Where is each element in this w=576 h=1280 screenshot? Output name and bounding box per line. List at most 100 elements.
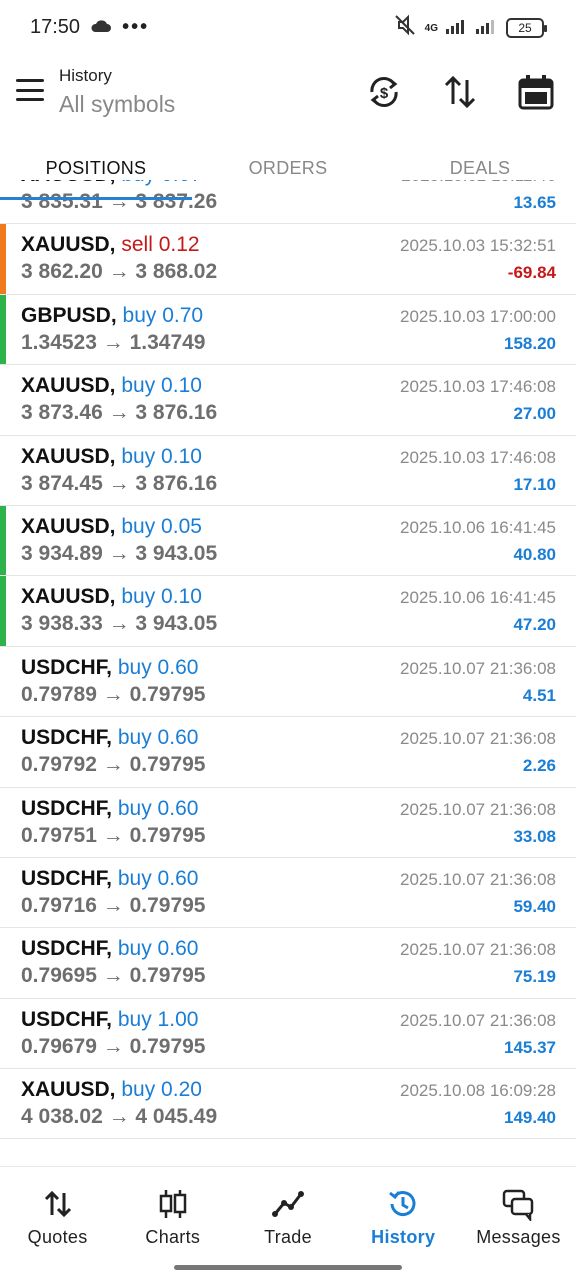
position-profit: 158.20 [504, 333, 556, 353]
position-row[interactable]: XAUUSD, buy 0.10 3 873.46 → 3 876.16 2025.… [0, 365, 576, 436]
nav-trade-label: Trade [264, 1227, 312, 1247]
position-time: 2025.10.07 21:36:08 [400, 940, 556, 960]
symbol-name: XAUUSD, [21, 585, 116, 609]
position-row[interactable]: USDCHF, buy 0.60 0.79695 → 0.79795 2025.10… [0, 928, 576, 999]
nav-quotes-label: Quotes [27, 1227, 88, 1247]
position-profit: 59.40 [513, 896, 556, 916]
position-symbol: XAUUSD, sell 0.12 [21, 233, 200, 257]
position-symbol: USDCHF, buy 0.60 [21, 726, 198, 750]
position-row[interactable]: XAUUSD, buy 0.05 3 934.89 → 3 943.05 2025.… [0, 505, 576, 577]
nav-history[interactable]: History [346, 1167, 461, 1280]
symbol-filter[interactable]: All symbols [59, 91, 175, 118]
position-row[interactable]: USDCHF, buy 0.60 0.79789 → 0.79795 2025.10… [0, 646, 576, 718]
position-profit: 145.37 [504, 1037, 556, 1057]
position-profit: 75.19 [513, 967, 556, 987]
position-marker [0, 365, 6, 434]
battery-icon: 25 [506, 18, 547, 38]
position-row[interactable]: XAUUSD, sell 0.12 3 862.20 → 3 868.02 2025… [0, 224, 576, 295]
position-time: 2025.10.07 21:36:08 [400, 729, 556, 749]
position-side-volume: buy 0.60 [117, 937, 199, 961]
nav-charts[interactable]: Charts [115, 1167, 230, 1280]
position-time: 2025.10.07 21:36:08 [400, 658, 556, 678]
symbol-name: USDCHF, [21, 866, 113, 890]
position-symbol: XAUUSD, buy 0.07 [21, 180, 202, 187]
nav-trade[interactable]: Trade [230, 1167, 345, 1280]
currency-exchange-icon[interactable]: $ [364, 72, 404, 112]
app-header: History All symbols $ [0, 54, 576, 134]
position-side-volume: sell 0.12 [121, 233, 200, 257]
position-side-volume: buy 0.10 [121, 374, 202, 398]
position-prices: 0.79716 → 0.79795 [21, 893, 206, 917]
position-side-volume: buy 0.60 [117, 655, 199, 679]
symbol-name: XAUUSD, [21, 444, 116, 468]
position-row[interactable]: GBPUSD, buy 0.70 1.34523 → 1.34749 2025.10… [0, 294, 576, 366]
position-row[interactable]: XAUUSD, buy 0.10 3 874.45 → 3 876.16 2025.… [0, 435, 576, 506]
position-time: 2025.10.06 16:41:45 [400, 517, 556, 537]
position-time: 2025.10.07 21:36:08 [400, 869, 556, 889]
positions-list[interactable]: XAUUSD, buy 0.07 3 835.31 → 3 837.26 2025.… [0, 180, 576, 1165]
position-marker [0, 224, 6, 294]
position-prices: 0.79695 → 0.79795 [21, 964, 206, 988]
position-side-volume: buy 0.10 [121, 585, 202, 609]
position-row[interactable]: USDCHF, buy 0.60 0.79716 → 0.79795 2025.10… [0, 857, 576, 929]
position-marker [0, 576, 6, 646]
position-side-volume: buy 0.60 [117, 796, 199, 820]
position-marker [0, 788, 6, 857]
symbol-name: XAUUSD, [21, 180, 116, 186]
menu-icon[interactable] [14, 74, 46, 106]
position-side-volume: buy 1.00 [117, 1007, 199, 1031]
position-side-volume: buy 0.60 [117, 866, 199, 890]
position-symbol: XAUUSD, buy 0.05 [21, 515, 202, 539]
symbol-name: USDCHF, [21, 726, 113, 750]
nav-charts-label: Charts [145, 1227, 201, 1247]
position-row[interactable]: XAUUSD, buy 0.20 4 038.02 → 4 045.49 2025.… [0, 1069, 576, 1140]
position-marker [0, 505, 6, 576]
position-symbol: XAUUSD, buy 0.10 [21, 445, 202, 469]
symbol-name: XAUUSD, [21, 374, 116, 398]
page-title: History [59, 66, 112, 85]
position-symbol: USDCHF, buy 0.60 [21, 867, 198, 891]
cloud-icon [90, 16, 112, 39]
position-marker [0, 928, 6, 997]
status-time: 17:50 [30, 15, 81, 38]
position-symbol: USDCHF, buy 0.60 [21, 797, 198, 821]
more-notifications-icon: ••• [122, 15, 150, 38]
position-symbol: GBPUSD, buy 0.70 [21, 304, 203, 328]
nav-quotes[interactable]: Quotes [0, 1167, 115, 1280]
nav-messages[interactable]: Messages [461, 1167, 576, 1280]
position-side-volume: buy 0.20 [121, 1078, 202, 1102]
nav-messages-label: Messages [476, 1227, 561, 1247]
position-time: 2025.10.03 17:00:00 [400, 306, 556, 326]
position-row[interactable]: XAUUSD, buy 0.10 3 938.33 → 3 943.05 2025.… [0, 576, 576, 647]
position-row[interactable]: USDCHF, buy 0.60 0.79792 → 0.79795 2025.10… [0, 717, 576, 788]
position-row[interactable]: USDCHF, buy 1.00 0.79679 → 0.79795 2025.10… [0, 998, 576, 1070]
position-prices: 3 862.20 → 3 868.02 [21, 260, 218, 284]
history-icon [389, 1191, 416, 1217]
position-time: 2025.10.02 19:11:46 [401, 180, 556, 186]
position-row[interactable]: USDCHF, buy 0.60 0.79751 → 0.79795 2025.10… [0, 787, 576, 858]
position-prices: 3 934.89 → 3 943.05 [21, 541, 218, 565]
position-time: 2025.10.06 16:41:45 [400, 588, 556, 608]
symbol-name: USDCHF, [21, 655, 113, 679]
symbol-name: XAUUSD, [21, 514, 116, 538]
position-prices: 3 873.46 → 3 876.16 [21, 401, 218, 425]
position-row[interactable]: XAUUSD, buy 0.07 3 835.31 → 3 837.26 2025.… [0, 180, 576, 225]
active-tab-indicator [0, 197, 192, 200]
position-profit: 17.10 [513, 474, 556, 494]
svg-text:$: $ [380, 85, 389, 102]
sort-icon[interactable] [440, 72, 480, 112]
position-profit: 27.00 [513, 404, 556, 424]
position-symbol: USDCHF, buy 0.60 [21, 937, 198, 961]
position-marker [0, 717, 6, 786]
position-prices: 0.79751 → 0.79795 [21, 823, 206, 847]
position-profit: 47.20 [513, 615, 556, 635]
symbol-name: USDCHF, [21, 937, 113, 961]
calendar-icon[interactable] [516, 72, 556, 112]
position-symbol: XAUUSD, buy 0.20 [21, 1078, 202, 1102]
position-symbol: XAUUSD, buy 0.10 [21, 374, 202, 398]
symbol-name: USDCHF, [21, 796, 113, 820]
position-profit: 149.40 [504, 1108, 556, 1128]
position-side-volume: buy 0.70 [122, 303, 204, 327]
symbol-name: USDCHF, [21, 1007, 113, 1031]
position-time: 2025.10.08 16:09:28 [400, 1081, 556, 1101]
